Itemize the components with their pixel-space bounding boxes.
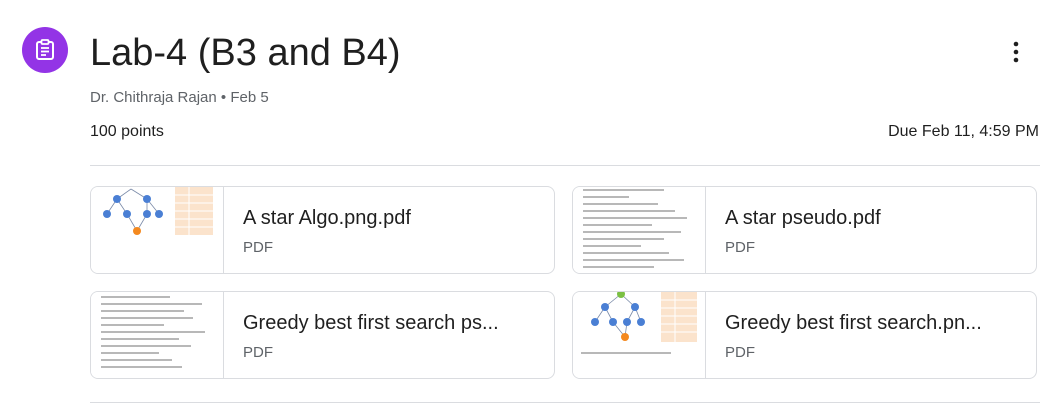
divider-top: [90, 165, 1040, 166]
attachment-type: PDF: [243, 344, 273, 361]
attachment-type: PDF: [243, 239, 273, 256]
assignment-icon: [22, 27, 68, 73]
meta-separator: •: [220, 89, 227, 106]
more-options-button[interactable]: [1002, 38, 1030, 66]
attachment-name: A star Algo.png.pdf: [243, 207, 411, 229]
attachment-thumbnail: [573, 187, 706, 273]
attachment-thumbnail: [573, 292, 706, 378]
attachment-name: Greedy best first search ps...: [243, 312, 499, 334]
attachment-type: PDF: [725, 239, 755, 256]
due-date-label: Due Feb 11, 4:59 PM: [888, 123, 1039, 140]
assignment-meta: Dr. Chithraja Rajan • Feb 5: [90, 89, 269, 106]
more-vert-icon: [1013, 41, 1019, 63]
attachment-card[interactable]: A star Algo.png.pdf PDF: [90, 186, 555, 274]
attachment-name: Greedy best first search.pn...: [725, 312, 982, 334]
points-label: 100 points: [90, 123, 164, 140]
attachment-card[interactable]: Greedy best first search.pn... PDF: [572, 291, 1037, 379]
attachment-thumbnail: [91, 292, 224, 378]
author-name: Dr. Chithraja Rajan: [90, 89, 217, 106]
posted-date: Feb 5: [230, 89, 269, 106]
attachment-card[interactable]: A star pseudo.pdf PDF: [572, 186, 1037, 274]
attachment-name: A star pseudo.pdf: [725, 207, 881, 229]
attachment-thumbnail: [91, 187, 224, 273]
attachment-type: PDF: [725, 344, 755, 361]
attachment-card[interactable]: Greedy best first search ps... PDF: [90, 291, 555, 379]
divider-bottom: [90, 402, 1040, 403]
assignment-title: Lab-4 (B3 and B4): [90, 32, 401, 74]
